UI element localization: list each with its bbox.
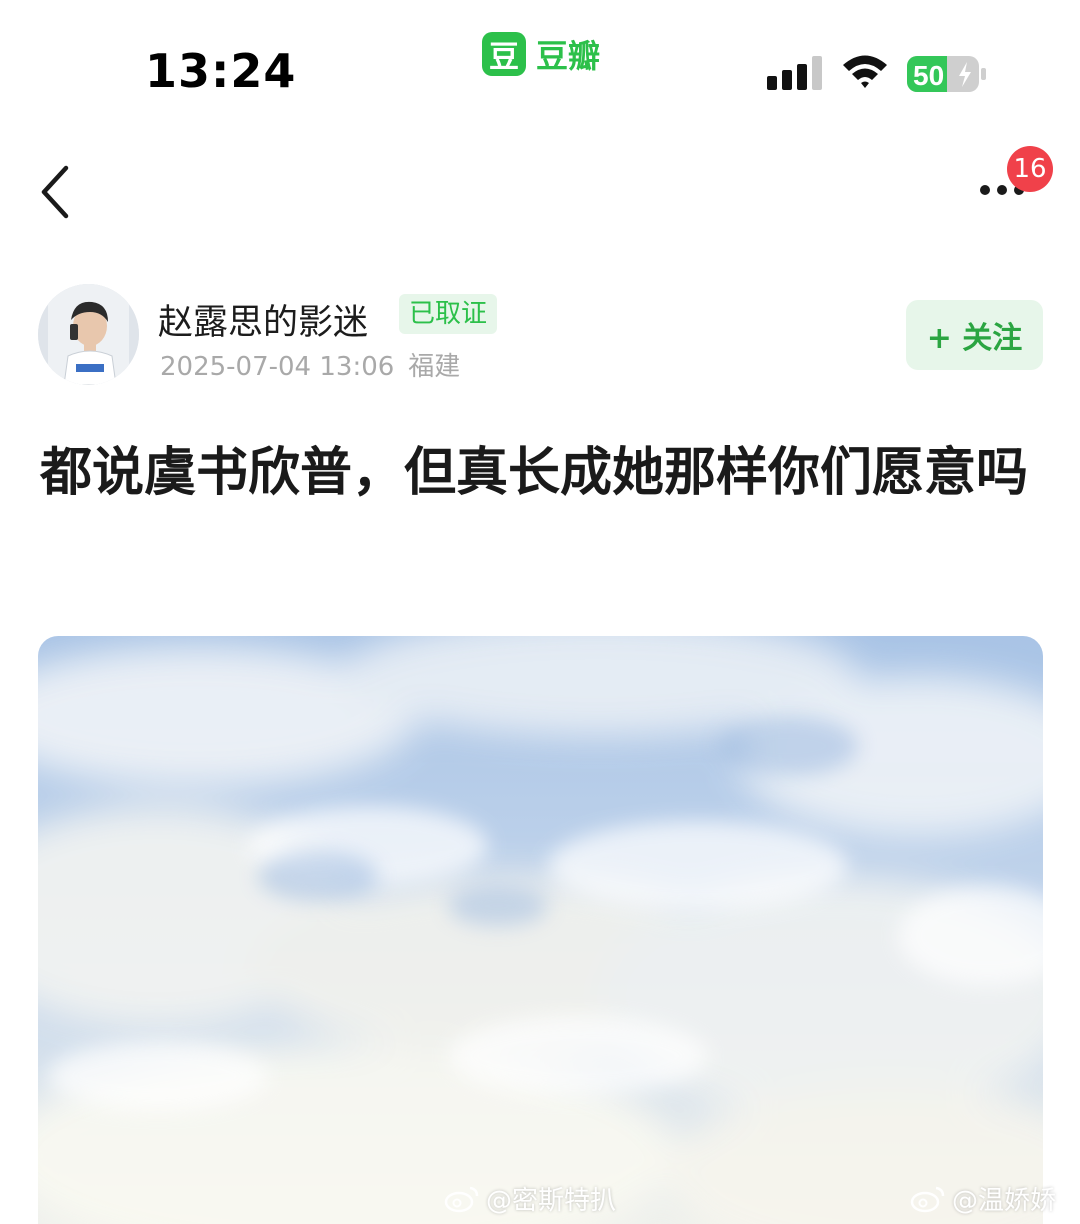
weibo-icon	[910, 1186, 945, 1212]
post-location: 福建	[408, 352, 461, 382]
sky-photo	[38, 636, 1043, 1224]
post-meta: 2025-07-04 13:06 福建	[160, 346, 460, 383]
battery-level: 50	[913, 60, 944, 91]
watermark-text: @温娇娇	[952, 1186, 1057, 1216]
cellular-signal-icon	[767, 56, 822, 90]
app-name: 豆瓣	[536, 37, 601, 75]
chevron-left-icon	[41, 165, 69, 219]
watermark: @密斯特扒	[444, 1180, 616, 1217]
watermark-text: @密斯特扒	[486, 1186, 617, 1216]
battery-icon: 50	[907, 56, 986, 92]
weibo-icon	[444, 1186, 479, 1212]
author-name[interactable]: 赵露思的影迷	[158, 294, 368, 345]
post-image[interactable]	[38, 636, 1043, 1224]
wifi-icon	[843, 55, 887, 88]
notification-badge: 16	[1007, 146, 1053, 192]
watermark: @温娇娇	[910, 1180, 1056, 1217]
douban-logo-icon: 豆	[482, 32, 526, 76]
follow-button[interactable]: + 关注	[906, 300, 1043, 370]
status-time: 13:24	[145, 44, 297, 98]
status-bar: 13:24 豆 豆瓣 50	[0, 0, 1080, 130]
app-indicator: 豆 豆瓣	[482, 32, 600, 76]
post-title: 都说虞书欣普，但真长成她那样你们愿意吗	[40, 443, 1029, 503]
verified-badge: 已取证	[399, 294, 498, 334]
avatar[interactable]	[38, 284, 139, 385]
post-date: 2025-07-04 13:06	[160, 352, 395, 382]
back-button[interactable]	[32, 160, 82, 224]
avatar-image	[38, 284, 139, 385]
